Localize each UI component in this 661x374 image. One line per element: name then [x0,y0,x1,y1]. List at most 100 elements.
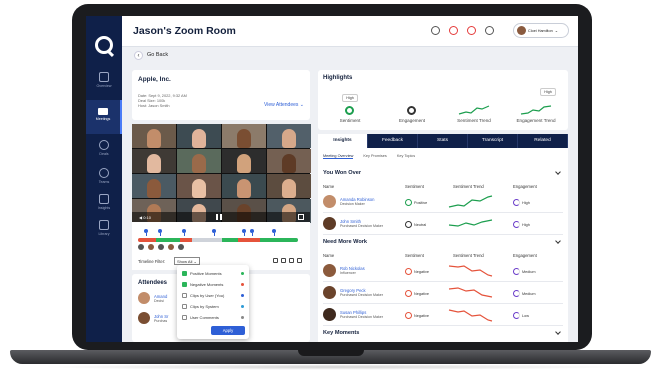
timeline-filter-select[interactable]: Show All ⌄ [174,257,200,265]
timeline-bar[interactable] [138,238,298,242]
avatar [323,217,336,230]
filter-option[interactable]: Positive Moments [182,271,244,276]
section-title: Key Moments [323,330,360,336]
back-arrow-icon[interactable]: ‹ [134,51,143,60]
video-controls: ◀ 0:10 [132,212,310,222]
sidebar-item-overview[interactable]: Overview [86,66,122,100]
participant-tile [177,124,221,148]
heart-icon[interactable] [273,258,278,263]
engagement-status: Medium [513,268,536,275]
timeline-marker[interactable] [250,229,254,236]
attendee-row[interactable]: John Sr Purchas [138,312,168,324]
tab-related[interactable]: Related [518,134,568,148]
subtabs: Meeting Overview Key Promises Key Topics [323,154,415,159]
checkbox[interactable] [182,271,187,276]
video-player[interactable]: ◀ 0:10 [132,124,311,223]
engagement-label: High [522,222,530,227]
column-name: Name [323,253,335,258]
calendar-icon[interactable] [289,258,294,263]
alert-icon[interactable] [467,26,476,35]
avatar [158,244,164,250]
column-sentiment: Sentiment [405,184,424,189]
user-menu[interactable]: Cloei Hamilton ⌄ [513,23,569,38]
company-name: Apple, Inc. [138,76,171,83]
apply-button[interactable]: Apply [211,326,245,335]
sentiment-trend-sparkline [458,105,490,115]
timeline-marker[interactable] [212,229,216,236]
subtab-meeting-overview[interactable]: Meeting Overview [323,154,354,159]
table-row[interactable]: John Smith Purchased Decision Maker Neut… [323,213,563,235]
table-row[interactable]: Rob Nickolas Influencer Negative Medium [323,260,563,282]
person-role: Influencer [340,271,356,275]
fullscreen-icon[interactable] [298,214,304,220]
participant-tile [177,174,221,198]
comment-icon[interactable] [281,258,286,263]
app-logo [95,36,113,54]
share-icon[interactable] [297,258,302,263]
avatar [138,244,144,250]
timeline-marker[interactable] [158,229,162,236]
checkbox[interactable] [182,293,187,298]
avatar [148,244,154,250]
app-screen: Overview Meetings Deals Teams Insights L… [86,16,578,342]
timeline-marker[interactable] [182,229,186,236]
notification-icon[interactable] [449,26,458,35]
view-attendees-link[interactable]: View Attendees ⌄ [264,102,304,108]
engagement-icon [513,199,520,206]
chevron-down-icon[interactable] [555,238,561,244]
participant-tile [267,174,311,198]
engagement-label: High [522,200,530,205]
timeline-actions [273,258,302,263]
chevron-down-icon[interactable] [555,169,561,175]
tab-feedback[interactable]: Feedback [368,134,418,148]
filter-option[interactable]: Clips by System [182,304,244,309]
avatar [178,244,184,250]
avatar [517,26,526,35]
tab-insights[interactable]: Insights [318,134,368,148]
table-row[interactable]: Gregory Peck Purchased Decision Maker Ne… [323,282,563,304]
page-title: Jason's Zoom Room [133,25,236,37]
checkbox[interactable] [182,315,187,320]
column-engagement: Engagement [513,184,537,189]
sidebar-item-label: Teams [98,180,110,184]
timeline-marker[interactable] [272,229,276,236]
filter-option-label: Negative Moments [190,282,224,287]
tab-transcript[interactable]: Transcript [468,134,518,148]
attendee-name: John Sr [154,313,169,319]
sidebar-item-library[interactable]: Library [86,214,122,248]
sentiment-status: Negative [405,312,429,319]
engagement-icon [513,221,520,228]
timeline-filter-menu: Positive Moments Negative Moments Clips … [177,265,249,339]
timeline-marker[interactable] [242,229,246,236]
column-trend: Sentiment Trend [453,184,484,189]
team-icon [99,168,109,178]
go-back-link[interactable]: Go Back [147,52,168,58]
participant-tile [267,149,311,173]
gear-icon[interactable] [485,26,494,35]
table-row[interactable]: Susan Phillips Purchased Decision Maker … [323,304,563,326]
engagement-label: Medium [522,269,536,274]
filter-option[interactable]: Negative Moments [182,282,244,287]
sidebar-item-label: Meetings [95,117,111,121]
attendee-row[interactable]: Amand Decisi [138,292,167,304]
sentiment-label: Negative [414,313,429,318]
tab-stats[interactable]: Stats [418,134,468,148]
timeline-marker[interactable] [144,229,148,236]
filter-option[interactable]: User Comments [182,315,244,320]
checkbox[interactable] [182,282,187,287]
timeline-filter-label: Timeline Filter: [138,259,166,264]
highlight-label: Engagement [398,118,426,123]
sidebar-item-meetings[interactable]: Meetings [86,100,122,134]
grid-icon [99,72,109,82]
table-row[interactable]: Amanda Robinson Decision Maker Positive … [323,191,563,213]
search-icon[interactable] [431,26,440,35]
participant-tile [222,174,266,198]
chevron-down-icon[interactable] [555,329,561,335]
filter-option[interactable]: Clips by User (You) [182,293,244,298]
person-role: Decision Maker [340,202,365,206]
pause-icon[interactable] [216,214,222,220]
checkbox[interactable] [182,304,187,309]
participant-tile [222,124,266,148]
subtab-key-topics[interactable]: Key Topics [397,154,415,159]
subtab-key-promises[interactable]: Key Promises [363,154,386,159]
